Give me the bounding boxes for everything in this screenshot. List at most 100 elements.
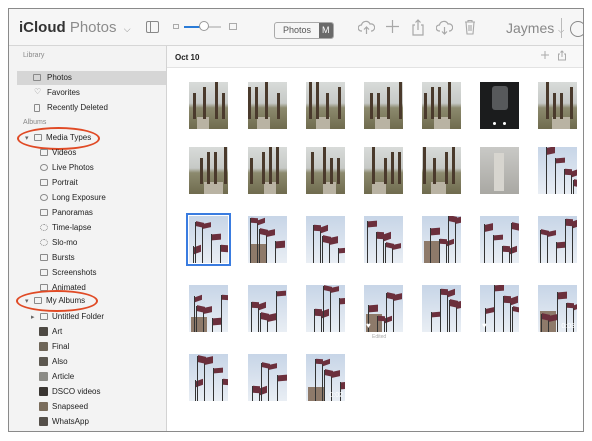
photo-thumbnail[interactable] <box>364 147 403 194</box>
sidebar-item-snapseed[interactable]: Snapseed <box>19 400 166 414</box>
sidebar-toggle-icon[interactable] <box>146 21 159 33</box>
timelapse-icon <box>40 224 48 231</box>
sidebar-item-final[interactable]: Final <box>19 340 166 354</box>
sidebar-item-screenshots[interactable]: Screenshots <box>19 266 166 280</box>
photo-thumbnail[interactable] <box>189 147 228 194</box>
sidebar: Library Photos ♡ Favorites Recently Dele… <box>9 46 167 431</box>
photo-tree <box>309 82 312 119</box>
live-photo-icon <box>40 164 48 171</box>
photo-pole <box>540 230 541 263</box>
photo-thumbnail[interactable] <box>364 82 403 129</box>
photo-thumbnail[interactable] <box>306 147 345 194</box>
annotation-circle <box>16 290 98 312</box>
photo-pole <box>276 291 277 332</box>
trash-icon[interactable] <box>464 19 476 39</box>
photo-flag <box>277 290 286 297</box>
sidebar-item-photos[interactable]: Photos <box>17 71 166 85</box>
photo-thumbnail[interactable] <box>480 216 519 263</box>
date-header: Oct 10 <box>167 46 583 68</box>
photo-flag <box>512 222 519 231</box>
app-title[interactable]: iCloud Photos ⌵ <box>19 19 131 36</box>
photo-thumbnail[interactable] <box>189 285 228 332</box>
photo-thumbnail[interactable]: ♥ <box>480 285 519 332</box>
zoom-knob[interactable] <box>199 21 209 31</box>
sidebar-item-article[interactable]: Article <box>19 370 166 384</box>
zoom-large-icon <box>229 23 237 30</box>
photo-flag <box>314 224 321 232</box>
sidebar-item-art[interactable]: Art <box>19 325 166 339</box>
photo-tree <box>448 82 451 119</box>
sidebar-item-long-exposure[interactable]: Long Exposure <box>19 191 166 205</box>
photo-thumbnail[interactable] <box>306 285 345 332</box>
user-menu[interactable]: Jaymes ⌵ <box>506 20 564 36</box>
photo-thumbnail[interactable] <box>538 216 577 263</box>
upload-icon[interactable] <box>357 19 376 39</box>
photo-tree <box>323 147 326 184</box>
photo-thumbnail[interactable] <box>364 216 403 263</box>
photo-thumbnail[interactable] <box>248 354 287 401</box>
segment-memories[interactable]: M <box>319 23 333 38</box>
sidebar-item-also[interactable]: Also <box>19 355 166 369</box>
photo-flag <box>548 230 556 237</box>
sidebar-item-untitled-folder[interactable]: ▸ Untitled Folder <box>19 310 166 324</box>
download-icon[interactable] <box>435 19 454 39</box>
sidebar-item-bursts[interactable]: Bursts <box>19 251 166 265</box>
help-icon[interactable] <box>570 21 583 37</box>
zoom-small-icon <box>173 24 179 29</box>
share-icon[interactable] <box>411 19 425 40</box>
add-icon[interactable] <box>385 19 400 38</box>
photo-thumbnail[interactable] <box>248 147 287 194</box>
sidebar-item-favorites[interactable]: ♡ Favorites <box>19 86 166 100</box>
photo-thumbnail[interactable] <box>422 285 461 332</box>
photo-pole <box>195 222 196 263</box>
sidebar-item-live-photos[interactable]: Live Photos <box>19 161 166 175</box>
sidebar-item-slo-mo[interactable]: Slo-mo <box>19 236 166 250</box>
photo-thumbnail[interactable] <box>480 82 519 129</box>
long-exposure-icon <box>40 194 48 201</box>
photo-thumbnail[interactable] <box>422 147 461 194</box>
photo-thumbnail[interactable] <box>422 216 461 263</box>
photo-flag <box>323 358 330 367</box>
photo-thumbnail[interactable]: ♥ <box>364 285 403 332</box>
photo-thumbnail[interactable] <box>538 147 577 194</box>
sidebar-item-videos[interactable]: Videos <box>19 146 166 160</box>
photo-flag <box>449 216 457 223</box>
photo-thumbnail[interactable] <box>306 82 345 129</box>
sidebar-item-animated[interactable]: Animated <box>19 281 166 291</box>
photo-tree <box>200 158 203 184</box>
photo-thumbnail[interactable] <box>248 285 287 332</box>
photo-thumbnail[interactable] <box>480 147 519 194</box>
sidebar-item-recently-deleted[interactable]: Recently Deleted <box>19 101 166 115</box>
photo-thumbnail[interactable] <box>189 82 228 129</box>
sidebar-item-label: Favorites <box>47 88 80 97</box>
photo-tree <box>215 82 218 119</box>
photo-flag <box>384 231 391 242</box>
photo-thumbnail[interactable] <box>186 213 231 266</box>
photo-thumbnail[interactable]: 0:03 <box>538 285 577 332</box>
add-icon[interactable] <box>540 50 550 63</box>
sidebar-item-label: Panoramas <box>52 208 93 217</box>
share-icon[interactable] <box>557 50 567 64</box>
photo-thumbnail[interactable]: 0:02 <box>306 354 345 401</box>
photo-thumbnail[interactable] <box>189 354 228 401</box>
photo-thumbnail[interactable] <box>248 82 287 129</box>
photo-thumbnail[interactable] <box>306 216 345 263</box>
photo-thumbnail[interactable] <box>538 82 577 129</box>
user-name: Jaymes <box>506 20 555 36</box>
segment-photos[interactable]: Photos <box>275 23 319 38</box>
folder-icon <box>40 313 48 320</box>
sidebar-item-dsco-videos[interactable]: DSCO videos <box>19 385 166 399</box>
portrait-icon <box>40 179 48 186</box>
disclosure-closed-icon[interactable]: ▸ <box>31 313 35 321</box>
sidebar-item-time-lapse[interactable]: Time-lapse <box>19 221 166 235</box>
zoom-slider[interactable] <box>173 21 237 33</box>
photos-icon <box>33 74 41 81</box>
photo-thumbnail[interactable] <box>248 216 287 263</box>
favorite-heart-icon: ♥ <box>366 321 371 330</box>
sidebar-item-panoramas[interactable]: Panoramas <box>19 206 166 220</box>
photo-thumbnail[interactable] <box>422 82 461 129</box>
sidebar-item-label: Videos <box>52 148 77 157</box>
sidebar-item-portrait[interactable]: Portrait <box>19 176 166 190</box>
photo-pole <box>555 158 556 194</box>
sidebar-item-whatsapp[interactable]: WhatsApp <box>19 415 166 429</box>
